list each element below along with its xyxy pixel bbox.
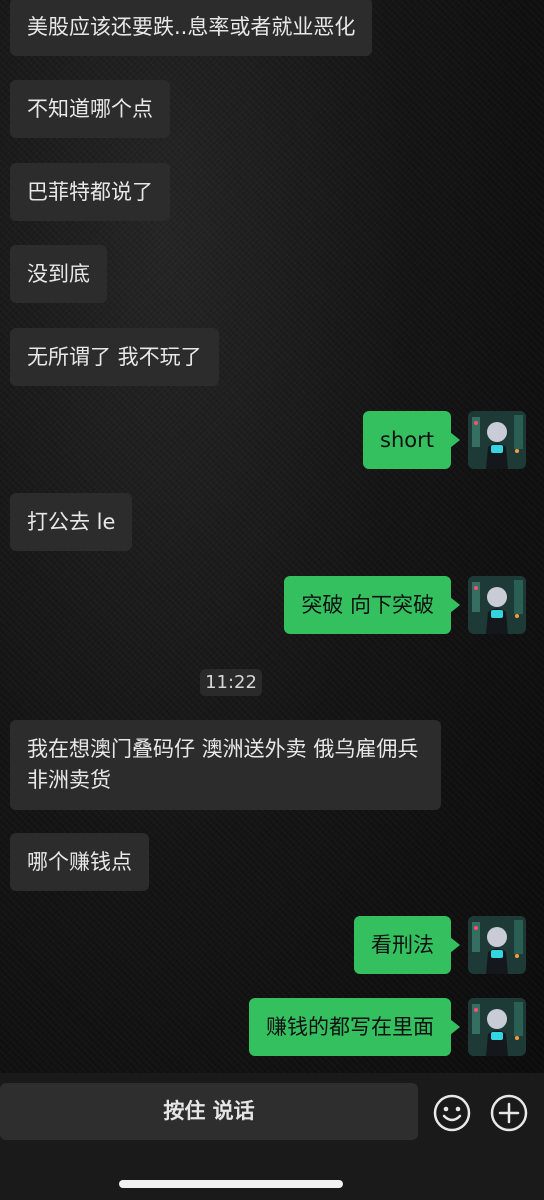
message-bubble-incoming[interactable]: 我在想澳门叠码仔 澳洲送外卖 俄乌雇佣兵 非洲卖货 xyxy=(10,720,441,810)
message-bubble-incoming[interactable]: 美股应该还要跌..息率或者就业恶化 xyxy=(10,0,373,56)
message-bubble-incoming[interactable]: 打公去 le xyxy=(10,493,133,551)
chat-screen: 美股应该还要跌..息率或者就业恶化 不知道哪个点 巴菲特都说了 没到底 无所谓了… xyxy=(0,0,544,1200)
timestamp-divider: 11:22 xyxy=(200,669,262,696)
user-avatar[interactable] xyxy=(468,411,526,469)
hold-to-talk-button[interactable]: 按住 说话 xyxy=(0,1083,418,1140)
message-bubble-incoming[interactable]: 不知道哪个点 xyxy=(10,80,170,138)
message-bubble-outgoing[interactable]: short xyxy=(363,411,460,469)
user-avatar[interactable] xyxy=(468,916,526,974)
message-bubble-incoming[interactable]: 没到底 xyxy=(10,245,107,303)
emoji-smiley-icon[interactable] xyxy=(433,1094,471,1132)
home-indicator[interactable] xyxy=(119,1180,343,1188)
message-bubble-incoming[interactable]: 哪个赚钱点 xyxy=(10,833,149,891)
message-bubble-outgoing[interactable]: 看刑法 xyxy=(354,916,460,974)
plus-circle-icon[interactable] xyxy=(490,1094,528,1132)
message-bubble-outgoing[interactable]: 突破 向下突破 xyxy=(284,576,460,634)
message-bubble-incoming[interactable]: 巴菲特都说了 xyxy=(10,163,170,221)
user-avatar[interactable] xyxy=(468,998,526,1056)
message-bubble-incoming[interactable]: 无所谓了 我不玩了 xyxy=(10,328,219,386)
message-bubble-outgoing[interactable]: 赚钱的都写在里面 xyxy=(249,998,460,1056)
user-avatar[interactable] xyxy=(468,576,526,634)
